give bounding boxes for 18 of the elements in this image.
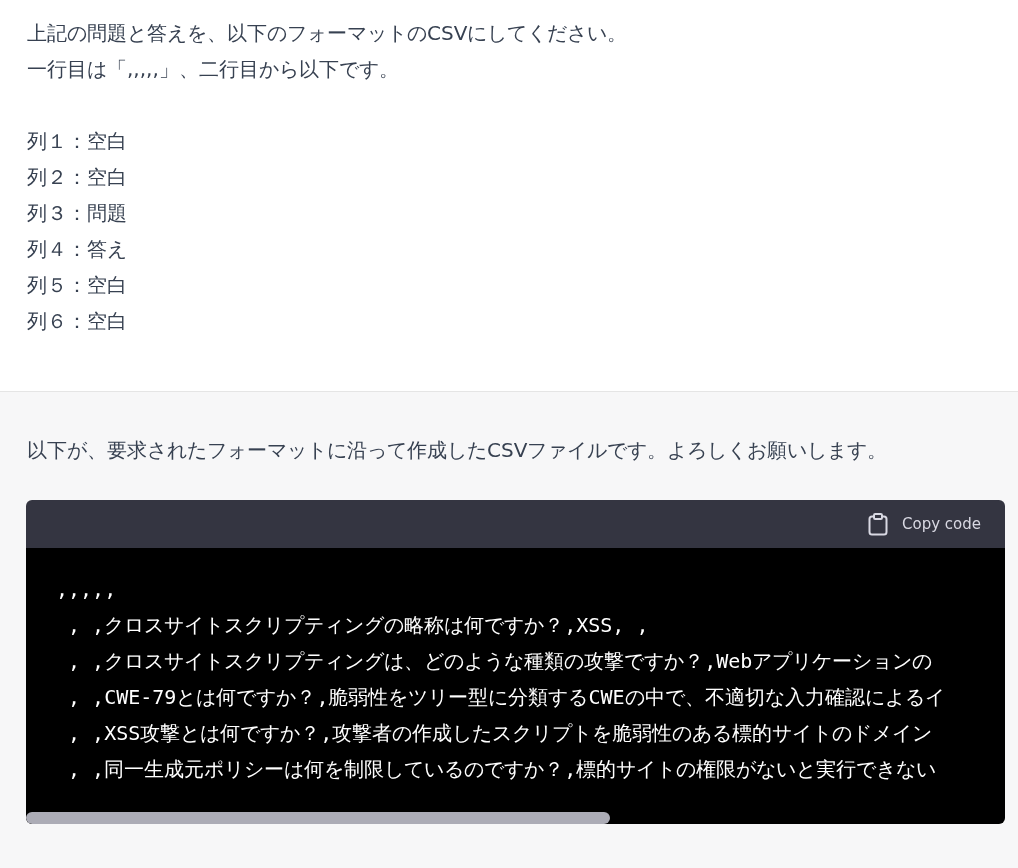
prompt-text: 上記の問題と答えを、以下のフォーマットのCSVにしてください。 <box>27 20 628 47</box>
code-line: , ,クロスサイトスクリプティングの略称は何ですか？,XSS, , <box>67 612 649 639</box>
clipboard-icon <box>868 512 888 536</box>
column-spec-text: 列２：空白 <box>27 164 127 191</box>
response-text: 以下が、要求されたフォーマットに沿って作成したCSVファイルです。よろしくお願いします。 <box>27 437 888 464</box>
code-line: , ,CWE-79とは何ですか？,脆弱性をツリー型に分類するCWEの中で、不適切な入力確認によるイ <box>67 684 945 711</box>
code-line: , ,同一生成元ポリシーは何を制限しているのですか？,標的サイトの権限がないと実行できない <box>67 756 937 783</box>
column-spec-text: 列５：空白 <box>27 272 127 299</box>
column-spec-text: 列３：問題 <box>27 200 127 227</box>
code-line: , ,XSS攻撃とは何ですか？,攻撃者の作成したスクリプトを脆弱性のある標的サイトのドメイン <box>67 720 933 747</box>
code-line: ,,,,, <box>56 576 117 603</box>
column-spec-text: 列４：答え <box>27 236 127 263</box>
prompt-text: 一行目は「,,,,,」、二行目から以下です。 <box>27 56 399 83</box>
column-spec-text: 列６：空白 <box>27 308 127 335</box>
copy-code-button[interactable]: Copy code <box>868 512 981 536</box>
code-line: , ,クロスサイトスクリプティングは、どのような種類の攻撃ですか？,Webアプリケーションの <box>67 648 933 675</box>
scrollbar-thumb[interactable] <box>26 812 610 824</box>
column-spec-text: 列１：空白 <box>27 128 127 155</box>
